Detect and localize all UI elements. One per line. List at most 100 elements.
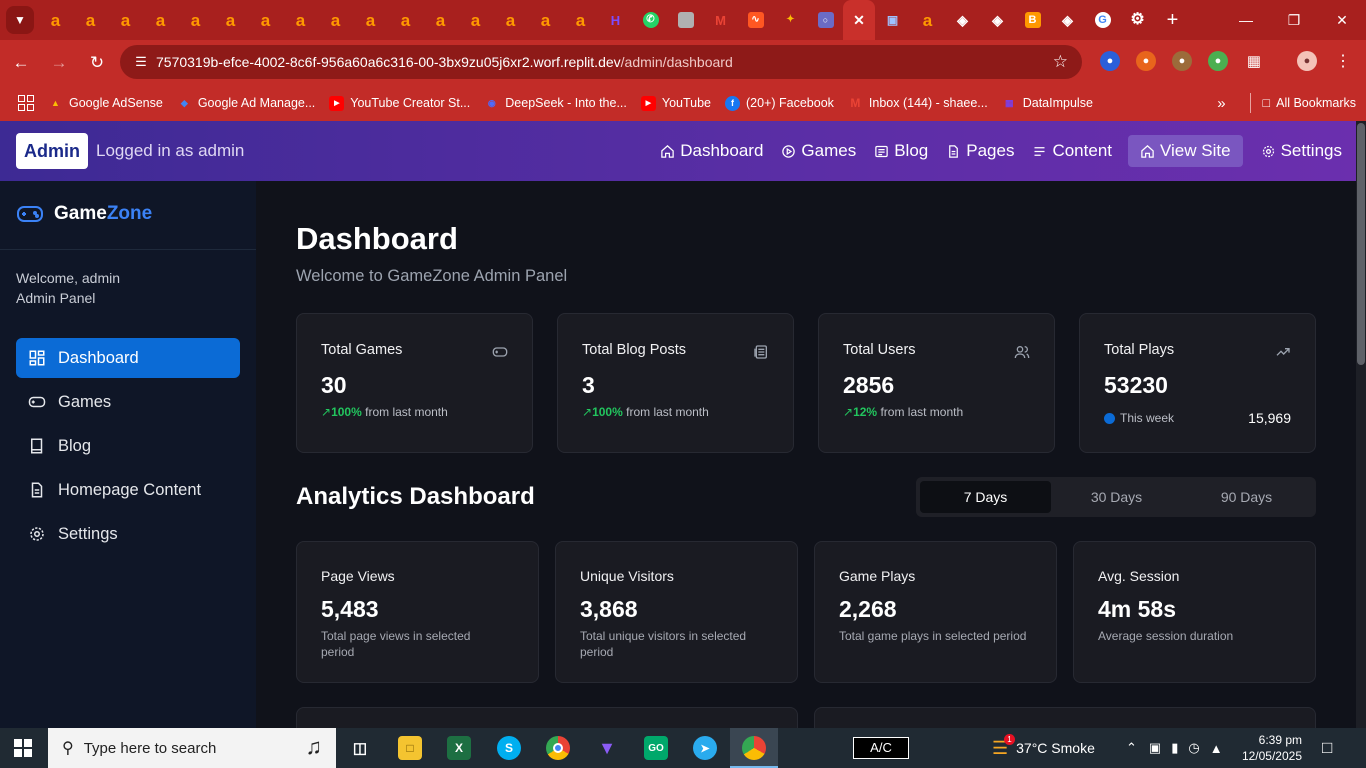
browser-tab[interactable]: a: [528, 0, 563, 40]
browser-tab[interactable]: a: [143, 0, 178, 40]
telegram-icon[interactable]: ➤: [693, 736, 717, 760]
url-text[interactable]: 7570319b-efce-4002-8c6f-956a60a6c316-00-…: [156, 54, 733, 70]
new-tab-button[interactable]: +: [1155, 0, 1190, 40]
task-view-icon[interactable]: ◫: [348, 736, 372, 760]
reload-button[interactable]: ↻: [80, 46, 114, 80]
browser-tab[interactable]: a: [73, 0, 108, 40]
browser-tab[interactable]: a: [910, 0, 945, 40]
browser-tab[interactable]: ◈: [945, 0, 980, 40]
browser-tab[interactable]: [668, 0, 703, 40]
meet-now-icon[interactable]: ▣: [1149, 740, 1161, 756]
nav-games-link[interactable]: Games: [781, 135, 856, 167]
notification-center-icon[interactable]: □: [1322, 728, 1332, 768]
browser-tab[interactable]: ◈: [980, 0, 1015, 40]
browser-tab-active[interactable]: ✕: [843, 0, 875, 40]
browser-tab[interactable]: ⚙: [1120, 0, 1155, 40]
browser-tab[interactable]: a: [283, 0, 318, 40]
chrome-icon[interactable]: [546, 736, 570, 760]
clock[interactable]: 6:39 pm 12/05/2025: [1242, 728, 1302, 768]
bookmark-google-adsense[interactable]: ▲ Google AdSense: [48, 96, 163, 111]
forward-button[interactable]: →: [42, 46, 76, 80]
browser-tab[interactable]: B: [1015, 0, 1050, 40]
extension-icon[interactable]: ●: [1208, 51, 1228, 71]
browser-tab[interactable]: a: [563, 0, 598, 40]
extension-icon[interactable]: ●: [1100, 51, 1120, 71]
browser-tab[interactable]: G: [1085, 0, 1120, 40]
sidebar-item-homepage-content[interactable]: Homepage Content: [16, 470, 240, 510]
ac-indicator[interactable]: A/C: [853, 728, 909, 768]
browser-tab[interactable]: ○: [808, 0, 843, 40]
close-window-button[interactable]: ✕: [1318, 0, 1366, 40]
minimize-button[interactable]: —: [1222, 0, 1270, 40]
browser-tab[interactable]: a: [213, 0, 248, 40]
tab-search-button[interactable]: ▼: [6, 6, 34, 34]
cookie-extension-icon[interactable]: ●: [1172, 51, 1192, 71]
all-bookmarks-folder[interactable]: » □ All Bookmarks: [1217, 85, 1356, 121]
range-7-days-button[interactable]: 7 Days: [920, 481, 1051, 513]
nav-dashboard-link[interactable]: Dashboard: [660, 135, 763, 167]
page-scrollbar[interactable]: [1356, 121, 1366, 728]
skype-icon[interactable]: S: [497, 736, 521, 760]
browser-tab[interactable]: ▣: [875, 0, 910, 40]
scrollbar-thumb[interactable]: [1357, 123, 1365, 365]
browser-tab[interactable]: a: [423, 0, 458, 40]
bookmark-deepseek[interactable]: ◉ DeepSeek - Into the...: [484, 96, 627, 111]
admin-badge[interactable]: Admin: [16, 133, 88, 169]
nav-settings-link[interactable]: Settings: [1261, 135, 1342, 167]
browser-tab[interactable]: ◈: [1050, 0, 1085, 40]
bookmark-gmail-inbox[interactable]: M Inbox (144) - shaee...: [848, 96, 987, 111]
browser-tab[interactable]: a: [108, 0, 143, 40]
bookmark-dataimpulse[interactable]: ▦ DataImpulse: [1002, 96, 1093, 111]
sidebar-item-blog[interactable]: Blog: [16, 426, 240, 466]
restore-button[interactable]: ❐: [1270, 0, 1318, 40]
taskbar-search-box[interactable]: ⚲ Type here to search ♫: [48, 728, 336, 768]
apps-grid-icon[interactable]: [18, 95, 34, 111]
address-bar[interactable]: ☰ 7570319b-efce-4002-8c6f-956a60a6c316-0…: [120, 45, 1082, 79]
more-bookmarks-chevron-icon[interactable]: »: [1217, 95, 1225, 112]
browser-tab[interactable]: H: [598, 0, 633, 40]
close-tab-icon[interactable]: ✕: [851, 12, 867, 28]
file-explorer-icon[interactable]: □: [398, 736, 422, 760]
sidebar-item-dashboard[interactable]: Dashboard: [16, 338, 240, 378]
browser-tab[interactable]: a: [318, 0, 353, 40]
sidebar-item-games[interactable]: Games: [16, 382, 240, 422]
volume-mute-icon[interactable]: ▲: [1210, 741, 1223, 756]
browser-tab[interactable]: ✦: [773, 0, 808, 40]
extensions-puzzle-icon[interactable]: ▦: [1244, 51, 1264, 71]
site-info-icon[interactable]: ☰: [126, 54, 156, 70]
extension-icon[interactable]: ●: [1136, 51, 1156, 71]
nav-content-link[interactable]: Content: [1032, 135, 1112, 167]
bookmark-facebook[interactable]: f (20+) Facebook: [725, 95, 834, 111]
browser-tab[interactable]: a: [493, 0, 528, 40]
menu-kebab-icon[interactable]: ⋮: [1333, 51, 1353, 71]
bookmark-star-icon[interactable]: ☆: [1053, 52, 1068, 72]
browser-tab[interactable]: a: [38, 0, 73, 40]
windows-start-button[interactable]: [14, 739, 32, 757]
browser-tab[interactable]: a: [353, 0, 388, 40]
browser-tab[interactable]: a: [458, 0, 493, 40]
excel-icon[interactable]: X: [447, 736, 471, 760]
browser-tab[interactable]: a: [388, 0, 423, 40]
battery-icon[interactable]: ▮: [1171, 740, 1178, 756]
browser-tab[interactable]: a: [178, 0, 213, 40]
brand-logo[interactable]: Game Zone: [16, 203, 152, 225]
browser-tab[interactable]: M: [703, 0, 738, 40]
bookmark-youtube-creator-studio[interactable]: ▶ YouTube Creator St...: [329, 95, 470, 111]
nav-blog-link[interactable]: Blog: [874, 135, 928, 167]
browser-tab[interactable]: a: [248, 0, 283, 40]
bookmark-youtube[interactable]: ▶ YouTube: [640, 95, 711, 111]
proton-vpn-icon[interactable]: ▼: [595, 736, 619, 760]
range-30-days-button[interactable]: 30 Days: [1051, 481, 1182, 513]
wifi-icon[interactable]: ◷: [1188, 740, 1199, 756]
range-90-days-button[interactable]: 90 Days: [1181, 481, 1312, 513]
back-button[interactable]: ←: [4, 46, 38, 80]
taskbar-chrome-active[interactable]: [730, 728, 778, 768]
profile-avatar[interactable]: ●: [1297, 51, 1317, 71]
gameloop-icon[interactable]: GO: [644, 736, 668, 760]
view-site-button[interactable]: View Site: [1128, 135, 1243, 167]
sidebar-item-settings[interactable]: Settings: [16, 514, 240, 554]
weather-widget[interactable]: ☰ 1 37°C Smoke: [992, 728, 1095, 768]
browser-tab[interactable]: ✆: [633, 0, 668, 40]
tray-chevron-icon[interactable]: ⌃: [1126, 740, 1137, 756]
nav-pages-link[interactable]: Pages: [946, 135, 1014, 167]
